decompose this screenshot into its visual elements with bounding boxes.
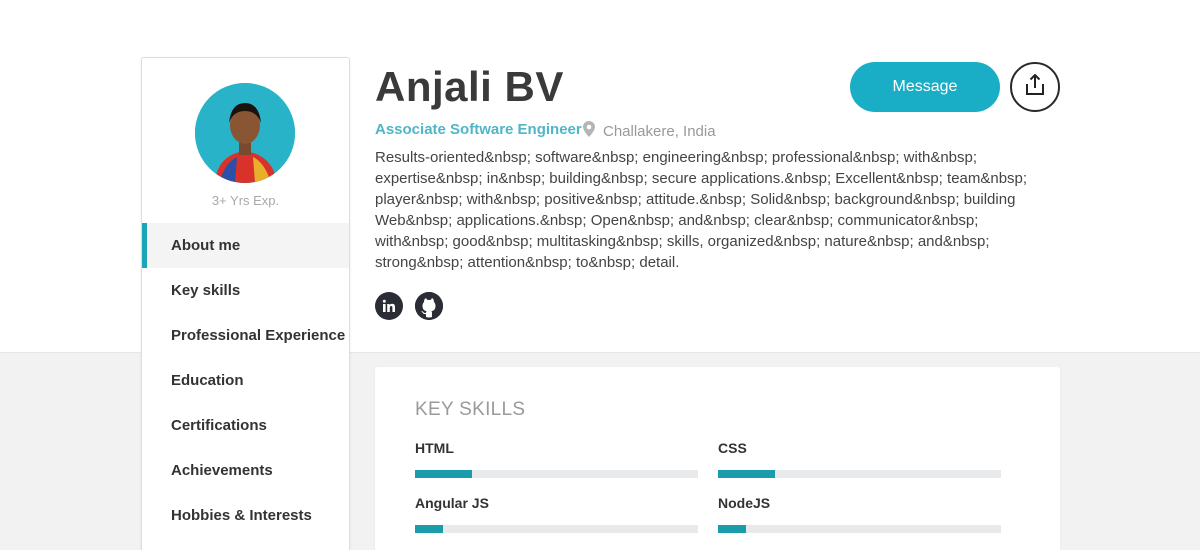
skill-name: HTML <box>415 440 454 456</box>
skill-name: NodeJS <box>718 495 771 511</box>
social-links <box>375 292 443 320</box>
share-icon <box>1025 73 1045 101</box>
profile-role: Associate Software Engineer <box>375 121 582 138</box>
key-skills-card: KEY SKILLS HTML CSS Angular JS NodeJS <box>375 367 1060 550</box>
skill-bar <box>415 525 698 533</box>
sidebar-item-education[interactable]: Education <box>142 358 349 403</box>
skill-bar-fill <box>718 525 747 533</box>
profile-name: Anjali BV <box>375 63 564 110</box>
skill-bar <box>415 470 698 478</box>
profile-sidebar: 3+ Yrs Exp. About me Key skills Professi… <box>141 57 350 550</box>
skill-name: Angular JS <box>415 495 489 511</box>
sidebar-nav: About me Key skills Professional Experie… <box>142 223 349 538</box>
skill-bar-fill <box>415 525 444 533</box>
sidebar-item-hobbies-interests[interactable]: Hobbies & Interests <box>142 493 349 538</box>
location-text: Challakere, India <box>603 122 716 140</box>
skill-item: HTML <box>415 440 698 478</box>
skill-name: CSS <box>718 440 747 456</box>
location-pin-icon <box>583 121 595 141</box>
message-button[interactable]: Message <box>850 62 1000 112</box>
sidebar-item-key-skills[interactable]: Key skills <box>142 268 349 313</box>
sidebar-item-achievements[interactable]: Achievements <box>142 448 349 493</box>
sidebar-item-certifications[interactable]: Certifications <box>142 403 349 448</box>
skill-bar <box>718 525 1001 533</box>
avatar <box>195 83 295 183</box>
share-button[interactable] <box>1010 62 1060 112</box>
profile-location: Challakere, India <box>583 121 716 141</box>
sidebar-item-professional-experience[interactable]: Professional Experience <box>142 313 349 358</box>
linkedin-icon[interactable] <box>375 292 403 320</box>
skill-bar-fill <box>718 470 775 478</box>
sidebar-item-about-me[interactable]: About me <box>142 223 349 268</box>
profile-summary: Results-oriented&nbsp; software&nbsp; en… <box>375 149 1028 271</box>
skill-item: CSS <box>718 440 1001 478</box>
github-icon[interactable] <box>415 292 443 320</box>
key-skills-title: KEY SKILLS <box>415 399 526 420</box>
skill-item: Angular JS <box>415 495 698 533</box>
skill-bar-fill <box>415 470 472 478</box>
skill-item: NodeJS <box>718 495 1001 533</box>
skill-bar <box>718 470 1001 478</box>
experience-label: 3+ Yrs Exp. <box>211 193 280 208</box>
